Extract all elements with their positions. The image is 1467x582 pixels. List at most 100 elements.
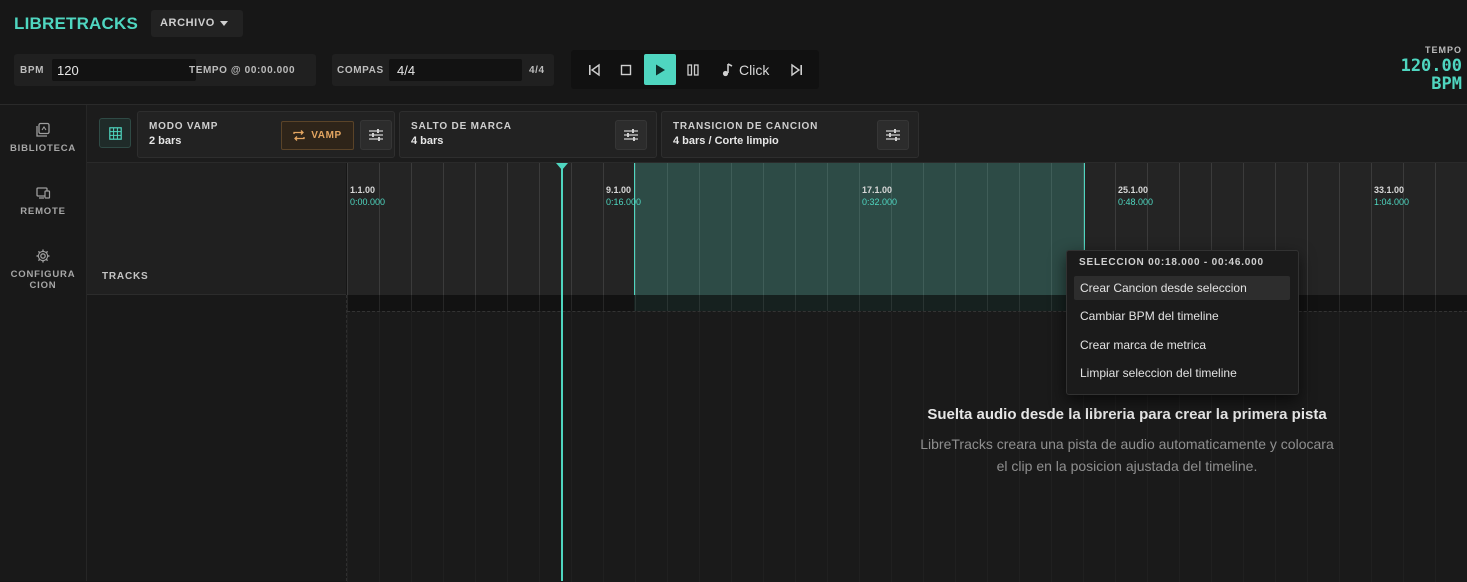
ruler-gridline (1307, 163, 1308, 295)
menu-item-limpiar-seleccion[interactable]: Limpiar seleccion del timeline (1074, 361, 1290, 385)
transicion-card: TRANSICION DE CANCION 4 bars / Corte lim… (661, 111, 919, 158)
strip-gridline (411, 295, 412, 311)
compas-panel: COMPAS 4/4 4/4 (332, 54, 554, 86)
lane-gridline (667, 312, 668, 582)
strip-gridline (1371, 295, 1372, 311)
strip-gridline (571, 295, 572, 311)
track-list-empty (87, 295, 347, 581)
lane-gridline (603, 312, 604, 582)
timeline-toolbar: MODO VAMP 2 bars VAMP SALTO DE MARCA 4 b… (87, 105, 1467, 163)
sidebar-item-configuracion[interactable]: CONFIGURA CION (0, 248, 86, 291)
context-menu-title: SELECCION 00:18.000 - 00:46.000 (1079, 257, 1264, 268)
tempo-readout-unit: BPM (1431, 74, 1462, 94)
strip-gridline (603, 295, 604, 311)
menu-item-cambiar-bpm[interactable]: Cambiar BPM del timeline (1074, 304, 1290, 328)
sliders-icon (624, 129, 638, 141)
bpm-input-value: 120 (57, 63, 79, 78)
ruler-gridline (571, 163, 572, 295)
menu-item-crear-cancion[interactable]: Crear Cancion desde seleccion (1074, 276, 1290, 300)
devices-icon (36, 187, 51, 199)
ruler-gridline (379, 163, 380, 295)
grid-toggle-button[interactable] (99, 118, 131, 148)
lane-gridline (635, 312, 636, 582)
ruler-bar-label: 9.1.00 (606, 185, 632, 195)
lane-gridline (731, 312, 732, 582)
salto-card: SALTO DE MARCA 4 bars (399, 111, 657, 158)
ruler-gridline (603, 163, 604, 295)
ruler-time-label: 0:32.000 (862, 197, 898, 207)
lane-gridline (827, 312, 828, 582)
sidebar-item-label: BIBLIOTECA (9, 143, 77, 154)
stop-icon (620, 64, 632, 75)
selection-context-menu: SELECCION 00:18.000 - 00:46.000 Crear Ca… (1066, 250, 1299, 395)
bpm-panel: BPM 120 TEMPO @ 00:00.000 (14, 54, 316, 86)
ruler-gridline (507, 163, 508, 295)
compas-input[interactable]: 4/4 (389, 59, 522, 81)
ruler-gridline (475, 163, 476, 295)
salto-settings-button[interactable] (615, 120, 647, 150)
vamp-value: 2 bars (149, 135, 182, 147)
ruler-gridline (347, 163, 348, 295)
skip-forward-icon (791, 63, 802, 76)
lane-gridline (1403, 312, 1404, 582)
lane-gridline (795, 312, 796, 582)
ruler-time-label: 0:16.000 (606, 197, 642, 207)
sidebar-item-label: CONFIGURA CION (10, 269, 76, 291)
skip-forward-button[interactable] (781, 54, 813, 85)
sliders-icon (886, 129, 900, 141)
transicion-settings-button[interactable] (877, 120, 909, 150)
vamp-settings-button[interactable] (360, 120, 392, 150)
playhead-handle[interactable] (556, 163, 568, 170)
music-note-icon (722, 63, 733, 77)
play-icon (656, 64, 665, 75)
gear-icon (36, 249, 50, 263)
playhead[interactable] (561, 163, 563, 581)
ruler-time-label: 1:04.000 (1374, 197, 1410, 207)
lane-gridline (347, 312, 348, 582)
strip-gridline (1403, 295, 1404, 311)
lane-gridline (1435, 312, 1436, 582)
stop-button[interactable] (610, 54, 642, 85)
compas-display: 4/4 (529, 65, 545, 76)
app-logo: LIBRETRACKS (14, 14, 139, 33)
ruler-gridline (411, 163, 412, 295)
tempo-at-label: TEMPO @ 00:00.000 (189, 65, 296, 76)
ruler-gridline (1371, 163, 1372, 295)
empty-state-title: Suelta audio desde la libreria para crea… (927, 406, 1327, 423)
sidebar-item-remote[interactable]: REMOTE (0, 185, 86, 217)
menu-item-crear-marca[interactable]: Crear marca de metrica (1074, 333, 1290, 357)
lane-gridline (859, 312, 860, 582)
ruler-gridline (1339, 163, 1340, 295)
pause-button[interactable] (677, 54, 709, 85)
lane-gridline (763, 312, 764, 582)
library-icon (36, 122, 50, 137)
salto-title: SALTO DE MARCA (411, 121, 512, 132)
ruler-bar-label: 33.1.00 (1374, 185, 1405, 195)
ruler-time-label: 0:48.000 (1118, 197, 1154, 207)
archivo-menu-label: ARCHIVO (160, 17, 215, 29)
timeline-selection[interactable] (634, 163, 1085, 295)
ruler-time-label: 0:00.000 (350, 197, 386, 207)
pause-icon (687, 63, 699, 76)
tempo-readout-label: TEMPO (1424, 45, 1462, 55)
vamp-button[interactable]: VAMP (281, 121, 354, 150)
skip-back-button[interactable] (578, 54, 610, 85)
strip-gridline (379, 295, 380, 311)
ruler-bar-label: 25.1.00 (1118, 185, 1149, 195)
bpm-label: BPM (20, 65, 45, 76)
grid-icon (108, 126, 122, 140)
lane-gridline (699, 312, 700, 582)
play-button[interactable] (644, 54, 676, 85)
tempo-readout: 120.00 BPM (1401, 57, 1462, 93)
strip-gridline (539, 295, 540, 311)
lane-gridline (411, 312, 412, 582)
sidebar-item-biblioteca[interactable]: BIBLIOTECA (0, 122, 86, 154)
click-toggle[interactable]: Click (721, 59, 769, 81)
ruler-bar-label: 17.1.00 (862, 185, 893, 195)
strip-gridline (507, 295, 508, 311)
bpm-input[interactable]: 120 (52, 59, 196, 81)
transport-controls: Click (571, 50, 819, 89)
lane-gridline (443, 312, 444, 582)
archivo-menu-button[interactable]: ARCHIVO (151, 10, 243, 37)
sidebar-item-label: REMOTE (20, 206, 66, 217)
